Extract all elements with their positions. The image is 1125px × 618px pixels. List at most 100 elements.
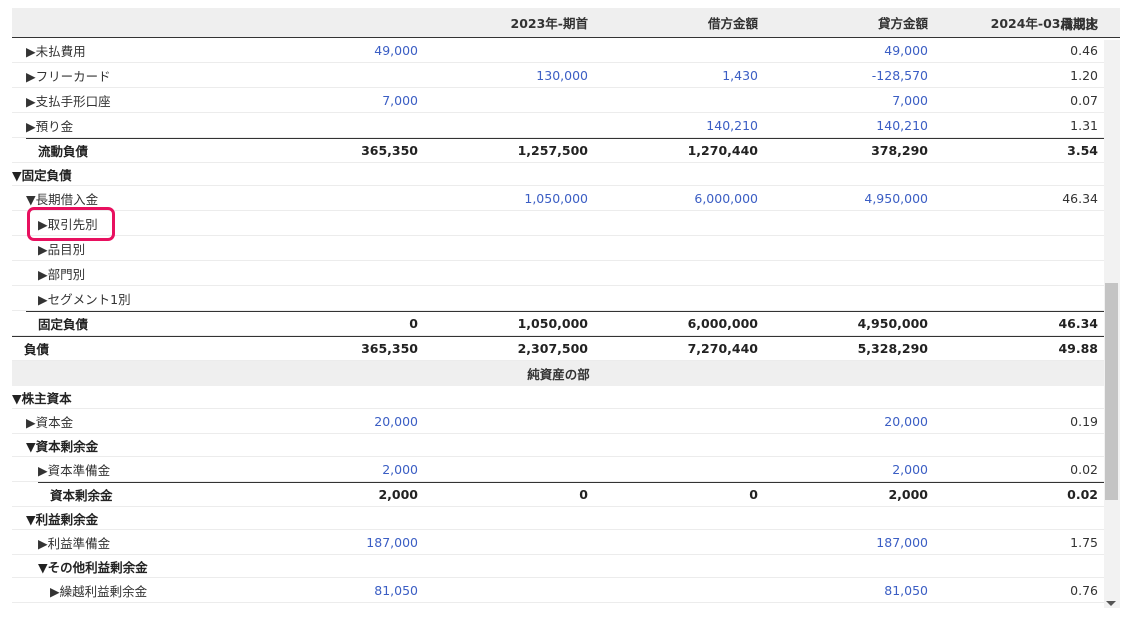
credit-value[interactable]: 1,430	[588, 63, 758, 87]
total-row: 負債 365,350 2,307,500 7,270,440 5,328,290…	[12, 336, 1120, 361]
breakdown-by-department[interactable]: ▶部門別	[12, 261, 338, 285]
ratio-value: 0.02	[1070, 461, 1098, 477]
opening-value[interactable]: 7,000	[312, 88, 418, 112]
row-label-shihon-junbikin[interactable]: ▶資本準備金	[12, 457, 338, 481]
credit-value[interactable]: 140,210	[588, 113, 758, 137]
closing-value[interactable]: 49,000	[758, 38, 928, 62]
breakdown-row: ▶部門別	[12, 261, 1120, 286]
opening-value[interactable]: 81,050	[312, 578, 418, 602]
table-row: ▶預り金 140,210 140,210 1.31	[12, 113, 1120, 138]
header-credit[interactable]: 貸方金額	[758, 8, 928, 37]
group-row: ▼その他利益剰余金	[12, 555, 1120, 578]
row-label-kotei-fusai-group[interactable]: ▼固定負債	[12, 163, 312, 185]
row-label-fusai-total: 負債	[24, 341, 50, 357]
opening-value[interactable]	[312, 186, 418, 210]
row-label-sonota-rieki-jouyokin-group[interactable]: ▼その他利益剰余金	[12, 555, 338, 577]
credit-value: 6,000,000	[687, 315, 758, 331]
group-row: ▼固定負債	[12, 163, 1120, 186]
table-row: ▶利益準備金 187,000 187,000 1.75	[12, 530, 1120, 555]
opening-value: 365,350	[361, 340, 418, 356]
row-label-kotei-fusai-total: 固定負債	[38, 316, 89, 332]
closing-value[interactable]: 7,000	[758, 88, 928, 112]
debit-value: 2,307,500	[517, 340, 588, 356]
ratio-value: 1.31	[1070, 117, 1098, 133]
credit-value[interactable]	[588, 530, 758, 554]
scrollbar-thumb[interactable]	[1105, 283, 1118, 500]
closing-value[interactable]: 140,210	[758, 113, 928, 137]
row-label-rieki-junbikin[interactable]: ▶利益準備金	[12, 530, 338, 554]
closing-value[interactable]: 2,000	[758, 457, 928, 481]
credit-value[interactable]	[588, 409, 758, 433]
credit-value[interactable]	[588, 578, 758, 602]
row-label-shiharai-tegata[interactable]: ▶支払手形口座	[12, 88, 326, 112]
header-name	[12, 8, 312, 37]
debit-value[interactable]	[418, 113, 588, 137]
opening-value: 0	[409, 315, 418, 331]
table-row: ▶支払手形口座 7,000 7,000 0.07	[12, 88, 1120, 113]
ratio-value: 0.46	[1070, 42, 1098, 58]
row-label-ryudo-fusai: 流動負債	[38, 143, 89, 159]
debit-value: 1,050,000	[517, 315, 588, 331]
debit-value[interactable]	[418, 578, 588, 602]
group-row: ▼株主資本	[12, 386, 1120, 409]
table-row: ▼長期借入金 1,050,000 6,000,000 4,950,000 46.…	[12, 186, 1120, 211]
table-row: ▶未払費用 49,000 49,000 0.46	[12, 38, 1120, 63]
debit-value[interactable]	[418, 530, 588, 554]
debit-value[interactable]: 130,000	[418, 63, 588, 87]
row-label-shihonkin[interactable]: ▶資本金	[12, 409, 326, 433]
closing-value[interactable]: -128,570	[758, 63, 928, 87]
table-row: ▶資本準備金 2,000 2,000 0.02	[12, 457, 1120, 482]
debit-value: 1,257,500	[517, 142, 588, 158]
debit-value[interactable]	[418, 457, 588, 481]
opening-value[interactable]: 187,000	[312, 530, 418, 554]
ratio-value: 0.76	[1070, 582, 1098, 598]
credit-value[interactable]	[588, 457, 758, 481]
debit-value[interactable]	[418, 409, 588, 433]
breakdown-row: ▶取引先別	[12, 211, 1120, 236]
row-label-free-card[interactable]: ▶フリーカード	[12, 63, 326, 87]
opening-value: 365,350	[361, 142, 418, 158]
group-row: ▼利益剰余金	[12, 507, 1120, 530]
row-label-miharai-hiyo[interactable]: ▶未払費用	[12, 38, 326, 62]
row-label-kurikoshi-rieki-jouyokin[interactable]: ▶繰越利益剰余金	[12, 578, 350, 602]
opening-value: 2,000	[378, 486, 418, 502]
closing-value: 4,950,000	[857, 315, 928, 331]
debit-value[interactable]	[418, 88, 588, 112]
breakdown-by-segment[interactable]: ▶セグメント1別	[12, 286, 338, 310]
closing-value[interactable]: 187,000	[758, 530, 928, 554]
header-opening[interactable]: 2023年-期首	[418, 8, 588, 37]
opening-value[interactable]	[312, 63, 418, 87]
row-label-shihon-jouyokin-group[interactable]: ▼資本剰余金	[12, 434, 326, 456]
row-label-choki-kariirekin[interactable]: ▼長期借入金	[12, 186, 326, 210]
row-label-rieki-jouyokin-group[interactable]: ▼利益剰余金	[12, 507, 326, 529]
header-ratio[interactable]: 構成比	[928, 8, 1098, 38]
section-header-net-assets: 純資産の部	[12, 361, 1120, 386]
opening-value[interactable]: 20,000	[312, 409, 418, 433]
debit-value: 0	[579, 486, 588, 502]
debit-value[interactable]: 1,050,000	[418, 186, 588, 210]
debit-value[interactable]	[418, 38, 588, 62]
closing-value[interactable]: 20,000	[758, 409, 928, 433]
closing-value[interactable]: 4,950,000	[758, 186, 928, 210]
balance-sheet-table: 2023年-期首 借方金額 貸方金額 2024年-03月期末 ▶未払費用 49,…	[12, 8, 1120, 603]
opening-value[interactable]: 49,000	[312, 38, 418, 62]
row-label-kabunushi-shihon[interactable]: ▼株主資本	[12, 386, 312, 408]
closing-value[interactable]: 81,050	[758, 578, 928, 602]
opening-value[interactable]	[312, 113, 418, 137]
breakdown-by-partner[interactable]: ▶取引先別	[12, 211, 338, 235]
breakdown-by-item[interactable]: ▶品目別	[12, 236, 338, 260]
scroll-down-arrow-icon[interactable]	[1106, 601, 1116, 606]
credit-value[interactable]	[588, 88, 758, 112]
credit-value[interactable]: 6,000,000	[588, 186, 758, 210]
header-debit[interactable]: 借方金額	[588, 8, 758, 37]
ratio-value: 46.34	[1062, 190, 1098, 206]
ratio-value: 0.07	[1070, 92, 1098, 108]
table-row: ▶フリーカード 130,000 1,430 -128,570 1.20	[12, 63, 1120, 88]
row-label-azukarikin[interactable]: ▶預り金	[12, 113, 326, 137]
ratio-value: 49.88	[1058, 340, 1098, 356]
opening-value[interactable]: 2,000	[312, 457, 418, 481]
credit-value: 0	[749, 486, 758, 502]
vertical-scrollbar[interactable]	[1104, 40, 1120, 608]
table-row: ▶資本金 20,000 20,000 0.19	[12, 409, 1120, 434]
credit-value[interactable]	[588, 38, 758, 62]
